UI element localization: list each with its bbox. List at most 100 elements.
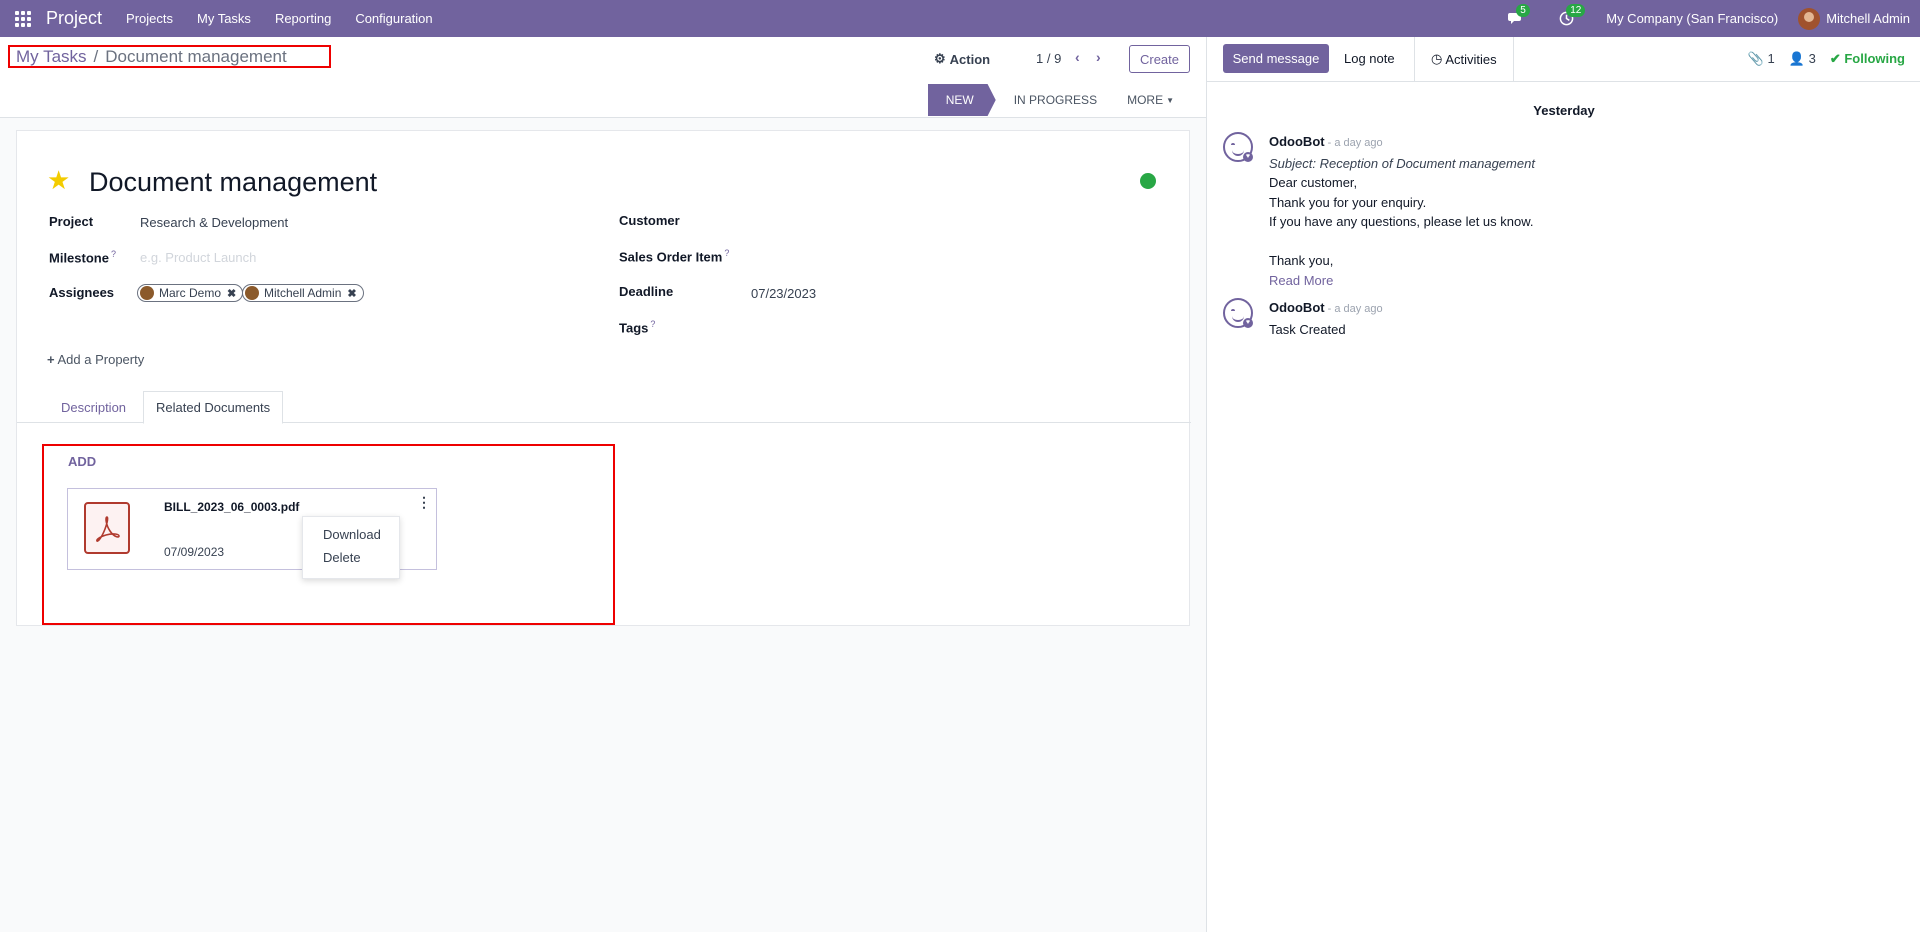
check-icon: ✔ xyxy=(1829,51,1841,66)
activities-badge: 12 xyxy=(1566,3,1586,17)
menu-reporting[interactable]: Reporting xyxy=(275,11,331,26)
action-label: Action xyxy=(949,51,991,67)
customer-label: Customer xyxy=(619,213,680,228)
chatter-topbar: Send message Log note ◷ Activities 📎 1 👤… xyxy=(1207,37,1920,82)
message-line xyxy=(1269,232,1889,252)
send-message-button[interactable]: Send message xyxy=(1223,44,1329,73)
user-name: Mitchell Admin xyxy=(1826,11,1910,26)
heart-icon: ♥ xyxy=(1243,318,1253,328)
kanban-state-indicator[interactable] xyxy=(1140,173,1156,189)
milestone-label: Milestone? xyxy=(49,249,116,266)
notebook-tabs: Description Related Documents xyxy=(17,391,1191,424)
message-line: Thank you for your enquiry. xyxy=(1269,194,1427,210)
deadline-field[interactable]: 07/23/2023 xyxy=(751,286,816,301)
following-label: Following xyxy=(1844,51,1905,66)
activities-clock-icon[interactable]: 12 xyxy=(1556,3,1586,29)
stage-more-button[interactable]: MORE ▼ xyxy=(1111,84,1188,116)
caret-down-icon: ▼ xyxy=(1166,95,1174,105)
pdf-file-icon xyxy=(84,502,130,554)
apps-menu-icon[interactable] xyxy=(0,0,46,37)
document-date: 07/09/2023 xyxy=(164,545,225,559)
breadcrumb-parent[interactable]: My Tasks xyxy=(16,47,87,67)
deadline-label: Deadline xyxy=(619,284,674,299)
tags-label: Tags? xyxy=(619,319,656,336)
milestone-field[interactable]: e.g. Product Launch xyxy=(140,250,256,265)
menu-my-tasks[interactable]: My Tasks xyxy=(197,11,251,26)
message-subject: Subject: Reception of Document managemen… xyxy=(1269,155,1535,171)
pager-next-icon[interactable]: › xyxy=(1096,49,1101,65)
project-label: Project xyxy=(49,214,94,229)
document-dropdown-menu: Download Delete xyxy=(302,516,400,579)
gear-icon: ⚙ xyxy=(934,51,946,66)
clock-icon: ◷ xyxy=(1431,51,1443,66)
message-text: Task Created xyxy=(1269,321,1346,337)
more-label: MORE xyxy=(1127,93,1164,107)
assignee-avatar xyxy=(245,286,259,300)
message-line: Dear customer, xyxy=(1269,175,1358,190)
message-time: - a day ago xyxy=(1327,137,1383,149)
add-property-button[interactable]: + Add a Property xyxy=(47,352,144,367)
company-switcher[interactable]: My Company (San Francisco) xyxy=(1606,11,1778,26)
chatter-panel: Send message Log note ◷ Activities 📎 1 👤… xyxy=(1206,37,1920,932)
kebab-menu-icon[interactable]: ⋮ xyxy=(417,494,431,511)
form-sheet: ★ Document management Project Research &… xyxy=(16,130,1191,626)
assignee-name: Marc Demo xyxy=(159,286,222,300)
attachments-count: 1 xyxy=(1767,51,1775,66)
add-document-button[interactable]: ADD xyxy=(68,454,96,469)
top-navbar: Project Projects My Tasks Reporting Conf… xyxy=(0,0,1920,37)
pager-previous-icon[interactable]: ‹ xyxy=(1075,49,1080,65)
heart-icon: ♥ xyxy=(1243,152,1253,162)
add-property-label: Add a Property xyxy=(57,352,145,367)
followers-button[interactable]: 👤 3 xyxy=(1789,51,1816,67)
messages-badge: 5 xyxy=(1516,3,1530,17)
message-line: If you have any questions, please let us… xyxy=(1269,214,1534,229)
pager-value[interactable]: 1 / 9 xyxy=(1036,51,1061,66)
activities-label: Activities xyxy=(1445,51,1497,67)
assignee-tag[interactable]: Marc Demo ✖ xyxy=(137,284,244,302)
plus-icon: + xyxy=(47,352,55,367)
remove-tag-icon[interactable]: ✖ xyxy=(347,287,356,300)
attachments-button[interactable]: 📎 1 xyxy=(1748,51,1775,67)
user-icon: 👤 xyxy=(1788,51,1805,66)
message-line: Thank you, xyxy=(1269,253,1334,268)
delete-menu-item[interactable]: Delete xyxy=(303,546,399,569)
followers-count: 3 xyxy=(1808,51,1816,66)
breadcrumb-separator: / xyxy=(93,46,99,66)
assignee-avatar xyxy=(140,286,154,300)
day-separator: Yesterday xyxy=(1533,103,1595,118)
project-field[interactable]: Research & Development xyxy=(140,215,288,230)
download-menu-item[interactable]: Download xyxy=(303,523,399,546)
app-brand[interactable]: Project xyxy=(46,8,102,29)
following-button[interactable]: ✔ Following xyxy=(1830,51,1905,67)
stage-new[interactable]: NEW xyxy=(927,84,996,116)
tab-description[interactable]: Description xyxy=(49,391,138,424)
activities-button[interactable]: ◷ Activities xyxy=(1414,37,1514,81)
stage-in-progress[interactable]: IN PROGRESS xyxy=(996,84,1111,116)
menu-projects[interactable]: Projects xyxy=(126,11,173,26)
assignee-tag[interactable]: Mitchell Admin ✖ xyxy=(242,284,364,302)
user-menu[interactable]: Mitchell Admin xyxy=(1798,7,1910,30)
star-icon[interactable]: ★ xyxy=(47,167,70,193)
assignees-label: Assignees xyxy=(49,285,115,300)
assignee-name: Mitchell Admin xyxy=(264,286,342,300)
remove-tag-icon[interactable]: ✖ xyxy=(227,287,236,300)
menu-configuration[interactable]: Configuration xyxy=(355,11,432,26)
breadcrumb-current: Document management xyxy=(105,46,287,66)
stage-statusbar: NEW IN PROGRESS MORE ▼ xyxy=(927,84,1188,116)
breadcrumb: My Tasks / Document management xyxy=(8,45,331,68)
related-documents-panel: ADD BILL_2023_06_0003.pdf 07/09/2023 ⋮ D… xyxy=(42,444,615,625)
paperclip-icon: 📎 xyxy=(1747,51,1764,66)
log-note-button[interactable]: Log note xyxy=(1344,51,1395,66)
read-more-link[interactable]: Read More xyxy=(1269,271,1889,291)
user-avatar xyxy=(1798,7,1821,30)
sales-order-item-label: Sales Order Item? xyxy=(619,248,730,265)
message-author: OdooBot xyxy=(1269,134,1325,149)
create-button[interactable]: Create xyxy=(1129,45,1190,73)
document-name: BILL_2023_06_0003.pdf xyxy=(164,500,300,514)
message-time: - a day ago xyxy=(1327,303,1383,315)
messages-icon[interactable]: 5 xyxy=(1506,3,1530,29)
task-title[interactable]: Document management xyxy=(89,167,377,198)
tab-related-documents[interactable]: Related Documents xyxy=(143,391,284,424)
message-author: OdooBot xyxy=(1269,300,1325,315)
action-menu-button[interactable]: ⚙ Action xyxy=(934,51,990,67)
